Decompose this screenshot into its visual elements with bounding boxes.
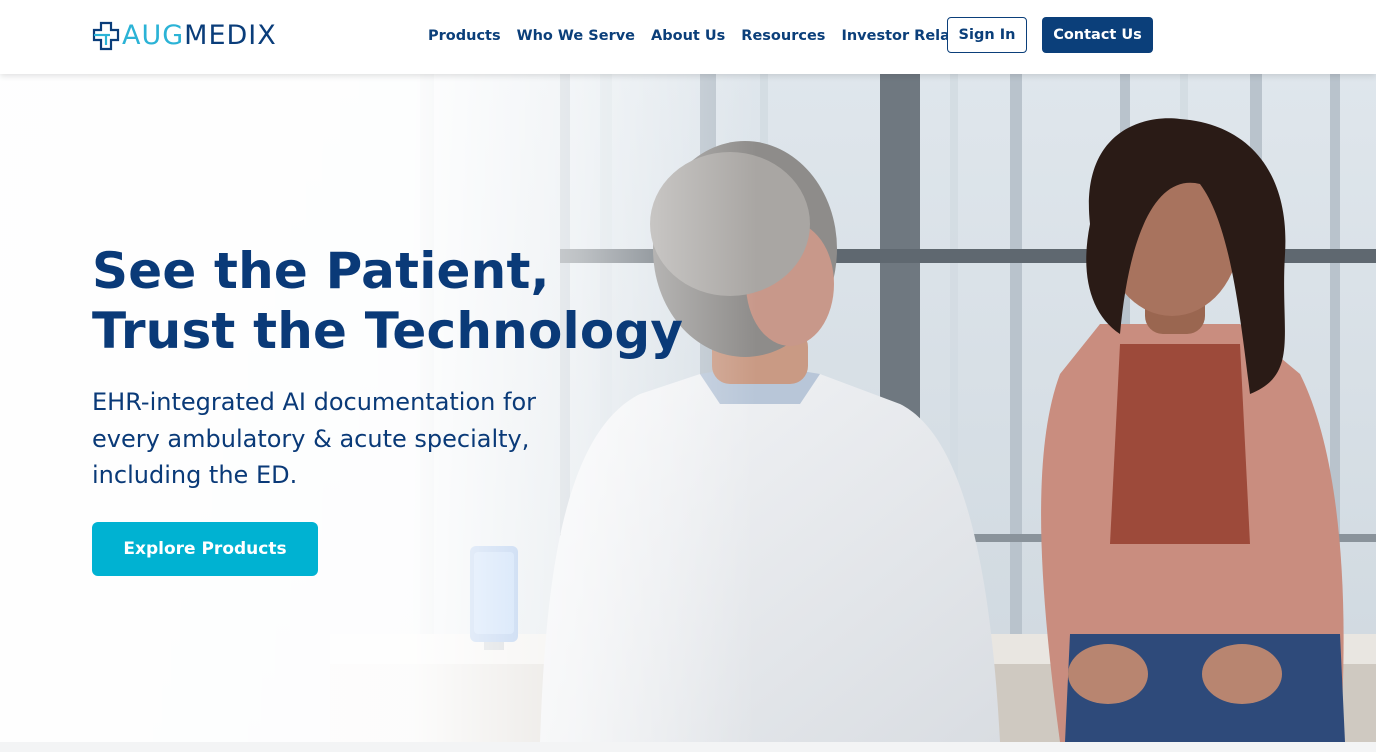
medical-cross-logo-icon — [92, 21, 120, 51]
nav-resources[interactable]: Resources — [741, 24, 825, 48]
contact-us-button[interactable]: Contact Us — [1042, 17, 1153, 53]
augmedix-logo[interactable]: AUGMEDIX — [92, 20, 277, 52]
hero-headline-line1: See the Patient, — [92, 242, 550, 300]
nav-products[interactable]: Products — [428, 24, 501, 48]
site-header: AUGMEDIX Products Who We Serve About Us … — [0, 0, 1376, 74]
sign-in-button[interactable]: Sign In — [947, 17, 1027, 53]
section-divider — [0, 742, 1376, 752]
logo-text-medix: MEDIX — [184, 20, 277, 51]
hero-headline-line2: Trust the Technology — [92, 302, 684, 360]
hero-headline: See the Patient, Trust the Technology — [92, 241, 684, 361]
main-nav: Products Who We Serve About Us Resources… — [428, 24, 1007, 48]
logo-wordmark: AUGMEDIX — [122, 21, 277, 51]
explore-products-button[interactable]: Explore Products — [92, 522, 318, 576]
hero-subheadline: EHR-integrated AI documentation for ever… — [92, 388, 536, 489]
nav-who-we-serve[interactable]: Who We Serve — [517, 24, 635, 48]
logo-text-aug: AUG — [122, 20, 185, 51]
nav-about-us[interactable]: About Us — [651, 24, 725, 48]
